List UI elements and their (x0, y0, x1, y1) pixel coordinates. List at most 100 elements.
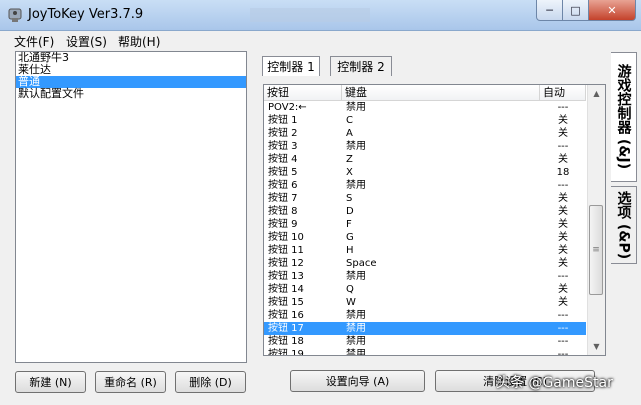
row-auto-cell: --- (557, 310, 569, 321)
table-row[interactable]: 按钮 10 G 关 (264, 231, 586, 244)
blurred-title-area (250, 8, 370, 22)
table-row[interactable]: 按钮 16 禁用 --- (264, 309, 586, 322)
table-row[interactable]: 按钮 18 禁用 --- (264, 335, 586, 348)
table-row[interactable]: 按钮 13 禁用 --- (264, 270, 586, 283)
row-key-cell: A (346, 128, 353, 139)
row-key-cell: W (346, 297, 356, 308)
row-key-cell: Space (346, 258, 377, 269)
table-row[interactable]: 按钮 1 C 关 (264, 114, 586, 127)
row-button-cell: 按钮 18 (268, 336, 304, 347)
row-key-cell: Z (346, 154, 353, 165)
row-key-cell: F (346, 219, 352, 230)
row-button-cell: 按钮 6 (268, 180, 298, 191)
scroll-up-icon[interactable]: ▲ (588, 85, 605, 102)
minimize-button[interactable]: ─ (536, 0, 563, 21)
tab-controller-2[interactable]: 控制器 2 (330, 56, 392, 76)
row-key-cell: 禁用 (346, 180, 366, 191)
table-row[interactable]: 按钮 15 W 关 (264, 296, 586, 309)
header-auto[interactable]: 自动 (540, 85, 586, 100)
row-button-cell: 按钮 10 (268, 232, 304, 243)
table-row[interactable]: 按钮 11 H 关 (264, 244, 586, 257)
row-button-cell: 按钮 5 (268, 167, 298, 178)
row-button-cell: 按钮 7 (268, 193, 298, 204)
scroll-down-icon[interactable]: ▼ (588, 338, 605, 355)
row-key-cell: 禁用 (346, 102, 366, 113)
joytokey-app-icon (8, 8, 22, 22)
row-button-cell: 按钮 13 (268, 271, 304, 282)
row-key-cell: G (346, 232, 354, 243)
title-bar: JoyToKey Ver3.7.9 ─ □ ✕ (0, 0, 641, 31)
table-row[interactable]: 按钮 8 D 关 (264, 205, 586, 218)
close-button[interactable]: ✕ (588, 0, 636, 21)
menu-file[interactable]: 文件(F) (14, 33, 54, 50)
config-item[interactable]: 莱仕达 (16, 64, 246, 76)
table-body: POV2:← 禁用 --- 按钮 1 C 关按钮 2 A 关按钮 3 禁用 --- 按钮 4 Z 关按钮… (264, 101, 586, 356)
row-button-cell: 按钮 1 (268, 115, 298, 126)
table-row[interactable]: 按钮 4 Z 关 (264, 153, 586, 166)
maximize-button[interactable]: □ (562, 0, 589, 21)
button-mapping-table[interactable]: 按钮 键盘 自动 POV2:← 禁用 --- 按钮 1 C 关按钮 2 A 关按钮 3 禁用 --… (263, 84, 606, 356)
table-row[interactable]: 按钮 5 X 18 (264, 166, 586, 179)
header-keyboard[interactable]: 键盘 (342, 85, 540, 100)
row-button-cell: 按钮 9 (268, 219, 298, 230)
tab-controller-1[interactable]: 控制器 1 (262, 56, 320, 76)
watermark: 头条 @GameStar (496, 375, 613, 391)
config-list[interactable]: 北通野牛3 莱仕达 普通 默认配置文件 (15, 51, 247, 363)
scroll-thumb[interactable]: ≡ (589, 205, 603, 295)
row-auto-cell: 关 (558, 206, 568, 217)
row-auto-cell: 18 (556, 167, 570, 178)
menu-bar: 文件(F) 设置(S) 帮助(H) (0, 31, 641, 49)
table-row[interactable]: 按钮 14 Q 关 (264, 283, 586, 296)
row-auto-cell: 关 (558, 284, 568, 295)
menu-settings[interactable]: 设置(S) (66, 33, 107, 50)
setup-wizard-button[interactable]: 设置向导 (A) (290, 370, 425, 392)
row-button-cell: 按钮 19 (268, 349, 304, 356)
row-auto-cell: 关 (558, 193, 568, 204)
row-auto-cell: --- (557, 102, 569, 113)
new-button[interactable]: 新建 (N) (15, 371, 86, 393)
table-row[interactable]: 按钮 2 A 关 (264, 127, 586, 140)
row-key-cell: 禁用 (346, 271, 366, 282)
row-key-cell: Q (346, 284, 354, 295)
vertical-scrollbar[interactable]: ▲ ≡ ▼ (587, 85, 605, 355)
rename-button[interactable]: 重命名 (R) (95, 371, 166, 393)
table-row[interactable]: POV2:← 禁用 --- (264, 101, 586, 114)
row-button-cell: 按钮 11 (268, 245, 304, 256)
row-key-cell: C (346, 115, 353, 126)
row-auto-cell: --- (557, 180, 569, 191)
menu-help[interactable]: 帮助(H) (118, 33, 160, 50)
row-auto-cell: --- (557, 323, 569, 334)
table-row[interactable]: 按钮 6 禁用 --- (264, 179, 586, 192)
table-row[interactable]: 按钮 12 Space 关 (264, 257, 586, 270)
tab-options[interactable]: 选项 (&P) (611, 186, 637, 264)
delete-button[interactable]: 删除 (D) (175, 371, 246, 393)
tab-game-controller[interactable]: 游戏控制器 (&J) (611, 52, 637, 182)
row-button-cell: 按钮 12 (268, 258, 304, 269)
row-key-cell: 禁用 (346, 349, 366, 356)
row-key-cell: S (346, 193, 353, 204)
table-header: 按钮 键盘 自动 (264, 85, 586, 101)
row-auto-cell: 关 (558, 258, 568, 269)
row-auto-cell: --- (557, 349, 569, 356)
row-button-cell: 按钮 14 (268, 284, 304, 295)
config-item[interactable]: 默认配置文件 (16, 88, 246, 100)
row-key-cell: D (346, 206, 354, 217)
table-row[interactable]: 按钮 19 禁用 --- (264, 348, 586, 356)
row-key-cell: 禁用 (346, 141, 366, 152)
row-key-cell: 禁用 (346, 336, 366, 347)
table-row-selected[interactable]: 按钮 17 禁用 --- (264, 322, 586, 335)
row-auto-cell: --- (557, 336, 569, 347)
row-auto-cell: 关 (558, 115, 568, 126)
row-auto-cell: 关 (558, 245, 568, 256)
row-auto-cell: --- (557, 271, 569, 282)
row-key-cell: 禁用 (346, 310, 366, 321)
table-row[interactable]: 按钮 7 S 关 (264, 192, 586, 205)
table-row[interactable]: 按钮 9 F 关 (264, 218, 586, 231)
row-button-cell: 按钮 15 (268, 297, 304, 308)
row-button-cell: 按钮 4 (268, 154, 298, 165)
row-button-cell: POV2:← (268, 102, 307, 113)
row-button-cell: 按钮 2 (268, 128, 298, 139)
header-button[interactable]: 按钮 (264, 85, 342, 100)
row-auto-cell: --- (557, 141, 569, 152)
table-row[interactable]: 按钮 3 禁用 --- (264, 140, 586, 153)
